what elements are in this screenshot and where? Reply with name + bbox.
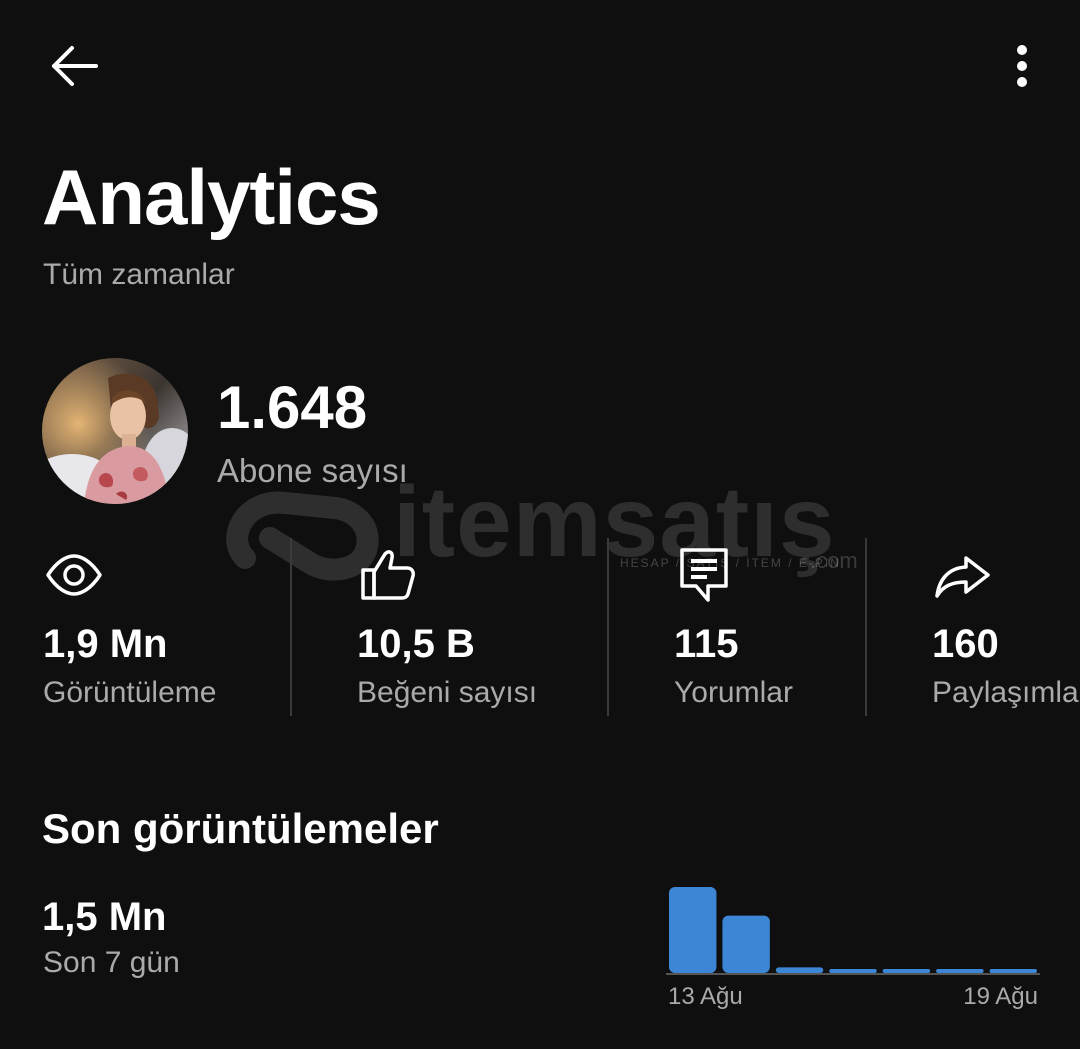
views-value: 1,9 Mn <box>43 622 168 666</box>
thumbs-up-icon <box>357 544 419 606</box>
stat-divider <box>290 538 292 716</box>
recent-views-value: 1,5 Mn <box>42 895 167 939</box>
chart-bar[interactable] <box>775 967 824 973</box>
stat-views[interactable]: 1,9 Mn Görüntüleme <box>43 538 283 716</box>
analytics-screen: Analytics Tüm zamanlar 1.648 Abone sayıs… <box>0 0 1080 1049</box>
chart-bar[interactable] <box>989 969 1037 973</box>
comment-icon <box>674 544 736 606</box>
chart-bar[interactable] <box>829 969 877 973</box>
views-label: Görüntüleme <box>43 676 217 709</box>
shares-label: Paylaşımlar <box>932 676 1080 709</box>
channel-avatar[interactable] <box>42 358 188 504</box>
subscriber-count: 1.648 <box>217 374 368 441</box>
chart-bar[interactable] <box>936 969 984 973</box>
more-vert-icon <box>1017 45 1027 87</box>
share-icon <box>932 544 994 606</box>
comments-value: 115 <box>674 622 739 666</box>
chart-bar[interactable] <box>722 915 770 973</box>
chart-bar[interactable] <box>882 969 931 973</box>
chart-tick-label: 19 Ağu <box>963 983 1038 1010</box>
back-button[interactable] <box>44 36 104 96</box>
page-title: Analytics <box>42 153 381 241</box>
stat-divider <box>607 538 609 716</box>
shares-value: 160 <box>932 622 999 666</box>
time-range-label: Tüm zamanlar <box>43 258 235 291</box>
subscriber-label: Abone sayısı <box>217 452 408 489</box>
chart-bar[interactable] <box>669 887 717 973</box>
stat-shares[interactable]: 160 Paylaşımlar <box>932 538 1080 716</box>
recent-views-title: Son görüntülemeler <box>42 805 439 852</box>
likes-label: Beğeni sayısı <box>357 676 538 709</box>
more-options-button[interactable] <box>996 36 1048 96</box>
stat-divider <box>865 538 867 716</box>
comments-label: Yorumlar <box>674 676 793 709</box>
likes-value: 10,5 B <box>357 622 475 666</box>
stat-likes[interactable]: 10,5 B Beğeni sayısı <box>357 538 597 716</box>
arrow-left-icon <box>52 46 98 86</box>
chart-tick-label: 13 Ağu <box>668 983 743 1010</box>
eye-icon <box>43 544 105 606</box>
avatar-image <box>42 358 188 504</box>
recent-views-chart[interactable]: 13 Ağu 19 Ağu <box>666 880 1040 1010</box>
recent-views-period: Son 7 gün <box>43 946 180 979</box>
stat-comments[interactable]: 115 Yorumlar <box>674 538 854 716</box>
